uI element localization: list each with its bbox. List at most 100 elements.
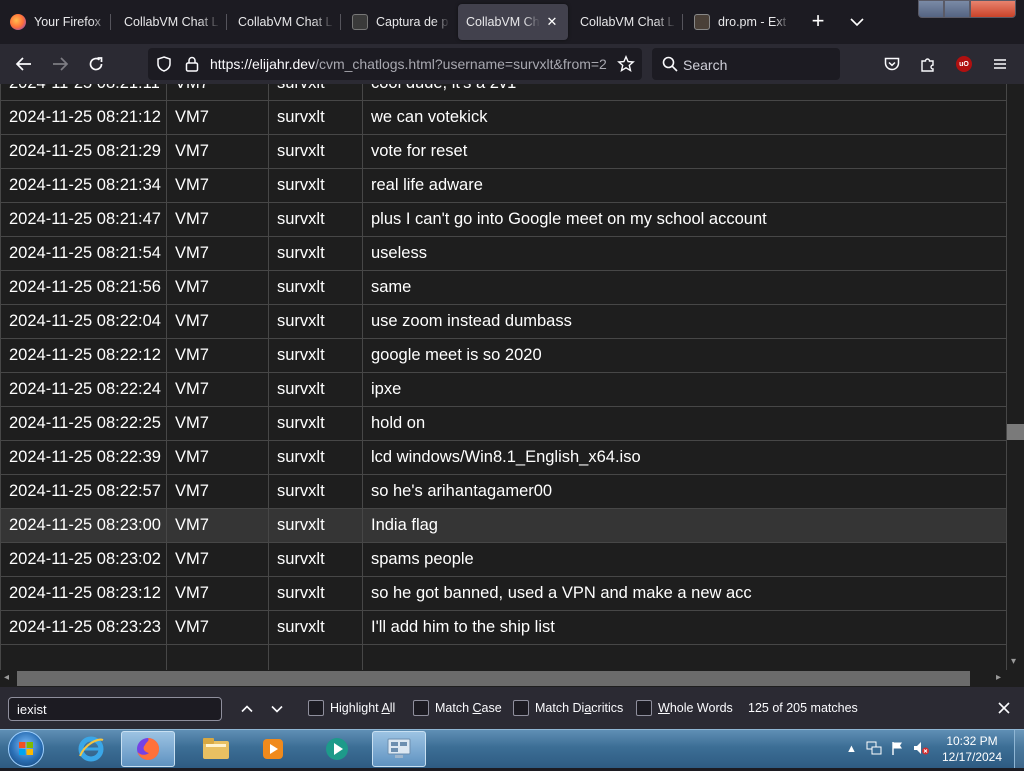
scroll-down-arrow-icon[interactable]: ▾	[1011, 656, 1016, 667]
username-cell: survxlt	[268, 168, 363, 203]
firefox-icon	[10, 14, 26, 30]
tab-title: Captura de p	[376, 15, 449, 29]
username-cell: survxlt	[268, 406, 363, 441]
timestamp-cell: 2024-11-25 08:23:12	[0, 576, 167, 611]
start-button-windows-icon[interactable]	[8, 731, 44, 767]
timestamp-cell: 2024-11-25 08:21:54	[0, 236, 167, 271]
pocket-icon[interactable]	[880, 52, 904, 76]
username-cell: survxlt	[268, 338, 363, 373]
username-cell: survxlt	[268, 270, 363, 305]
tab-title: CollabVM Chat L	[466, 15, 540, 29]
message-cell: lcd windows/Win8.1_English_x64.iso	[362, 440, 1007, 475]
username-cell: survxlt	[268, 474, 363, 509]
tab-collabvm-active[interactable]: CollabVM Chat L ✕	[458, 4, 568, 40]
forward-arrow-icon[interactable]	[48, 52, 72, 76]
vm-cell: VM7	[166, 338, 269, 373]
find-input[interactable]	[8, 697, 222, 721]
tracking-protection-shield-icon[interactable]	[152, 52, 176, 76]
show-desktop-button[interactable]	[1014, 730, 1024, 768]
file-explorer-folder-icon[interactable]	[189, 731, 243, 767]
tab-strip: Your Firefox CollabVM Chat L CollabVM Ch…	[0, 0, 1024, 44]
table-row: 2024-11-25 08:22:12 VM7 survxlt google meet…	[0, 338, 1007, 373]
match-diacritics-checkbox[interactable]	[513, 700, 529, 716]
highlight-all-checkbox[interactable]	[308, 700, 324, 716]
username-cell: survxlt	[268, 236, 363, 271]
window-controls	[918, 0, 1020, 19]
close-find-bar-icon[interactable]	[994, 698, 1014, 718]
window-close-button[interactable]	[970, 0, 1016, 18]
reload-icon[interactable]	[84, 52, 108, 76]
whole-words-checkbox[interactable]	[636, 700, 652, 716]
table-row: 2024-11-25 08:23:02 VM7 survxlt spams peopl…	[0, 542, 1007, 577]
remote-desktop-icon[interactable]	[372, 731, 426, 767]
network-icon[interactable]	[866, 740, 882, 759]
timestamp-cell: 2024-11-25 08:22:24	[0, 372, 167, 407]
new-tab-plus-icon[interactable]: +	[806, 10, 830, 34]
message-cell: we can votekick	[362, 100, 1007, 135]
back-arrow-icon[interactable]	[12, 52, 36, 76]
ublock-origin-icon[interactable]: uO	[956, 56, 972, 72]
media-player-icon[interactable]	[246, 731, 300, 767]
maximize-button[interactable]	[944, 0, 970, 18]
message-cell: India flag	[362, 508, 1007, 543]
table-row: 2024-11-25 08:22:39 VM7 survxlt lcd windows…	[0, 440, 1007, 475]
vertical-scrollbar[interactable]	[1007, 84, 1024, 670]
bookmark-star-icon[interactable]	[614, 52, 638, 76]
chatlog-table: 2024-11-25 08:21:11VM7survxltcool dude, …	[0, 84, 1007, 670]
match-count: 125 of 205 matches	[748, 701, 858, 715]
tab-captura[interactable]: Captura de p	[342, 4, 450, 40]
show-hidden-icons-arrow-icon[interactable]: ▲	[846, 743, 857, 755]
find-next-chevron-down-icon[interactable]	[266, 698, 288, 720]
tab-dropm[interactable]: dro.pm - Ext	[684, 4, 790, 40]
vertical-scroll-thumb[interactable]	[1007, 424, 1024, 440]
table-row: 2024-11-25 08:21:54 VM7 survxlt useless	[0, 236, 1007, 271]
tab-firefox[interactable]: Your Firefox	[0, 4, 108, 40]
action-center-flag-icon[interactable]	[890, 740, 906, 759]
match-diacritics-label[interactable]: Match Diacritics	[535, 701, 623, 715]
firefox-taskbar-icon[interactable]	[121, 731, 175, 767]
url-host: https://elijahr.dev	[210, 56, 316, 72]
timestamp-cell: 2024-11-25 08:22:04	[0, 304, 167, 339]
horizontal-scroll-thumb[interactable]	[17, 671, 970, 686]
close-tab-icon[interactable]: ✕	[544, 14, 560, 30]
vm-cell: VM7	[166, 474, 269, 509]
tab-collabvm-2[interactable]: CollabVM Chat L	[228, 4, 334, 40]
vm-cell: VM7	[166, 168, 269, 203]
windows-media-player-icon[interactable]	[310, 731, 364, 767]
tab-collabvm-1[interactable]: CollabVM Chat L	[114, 4, 220, 40]
timestamp-cell: 2024-11-25 08:22:25	[0, 406, 167, 441]
volume-muted-icon[interactable]	[912, 740, 930, 759]
table-row: 2024-11-25 08:21:56 VM7 survxlt same	[0, 270, 1007, 305]
system-clock[interactable]: 10:32 PM 12/17/2024	[936, 733, 1008, 765]
minimize-button[interactable]	[918, 0, 944, 18]
vm-cell: VM7	[166, 406, 269, 441]
match-case-label[interactable]: Match Case	[435, 701, 502, 715]
search-placeholder: Search	[683, 57, 728, 73]
timestamp-cell: 2024-11-25 08:23:00	[0, 508, 167, 543]
match-case-checkbox[interactable]	[413, 700, 429, 716]
internet-explorer-icon[interactable]	[64, 731, 118, 767]
message-cell: cool dude, it's a 2v1	[362, 84, 1007, 101]
find-previous-chevron-up-icon[interactable]	[236, 698, 258, 720]
message-cell: same	[362, 270, 1007, 305]
highlight-all-label[interactable]: Highlight All	[330, 701, 395, 715]
scroll-right-arrow-icon[interactable]: ▸	[996, 672, 1001, 683]
table-row: 2024-11-25 08:22:04 VM7 survxlt use zoom in…	[0, 304, 1007, 339]
tab-collabvm-3[interactable]: CollabVM Chat L	[570, 4, 676, 40]
timestamp-cell: 2024-11-25 08:21:12	[0, 100, 167, 135]
table-row: 2024-11-25 08:21:12 VM7 survxlt we can vote…	[0, 100, 1007, 135]
extensions-puzzle-icon[interactable]	[916, 52, 940, 76]
message-cell: useless	[362, 236, 1007, 271]
scroll-left-arrow-icon[interactable]: ◂	[4, 672, 9, 683]
vm-cell: VM7	[166, 508, 269, 543]
username-cell: survxlt	[268, 576, 363, 611]
vm-cell: VM7	[166, 270, 269, 305]
vm-cell: VM7	[166, 100, 269, 135]
padlock-icon[interactable]	[180, 52, 204, 76]
whole-words-label[interactable]: Whole Words	[658, 701, 733, 715]
timestamp-cell: 2024-11-25 08:21:56	[0, 270, 167, 305]
tab-list-chevron-icon[interactable]	[846, 12, 868, 32]
url-text[interactable]: https://elijahr.dev/cvm_chatlogs.html?us…	[210, 56, 610, 72]
hamburger-menu-icon[interactable]	[988, 52, 1012, 76]
image-file-icon	[352, 14, 368, 30]
